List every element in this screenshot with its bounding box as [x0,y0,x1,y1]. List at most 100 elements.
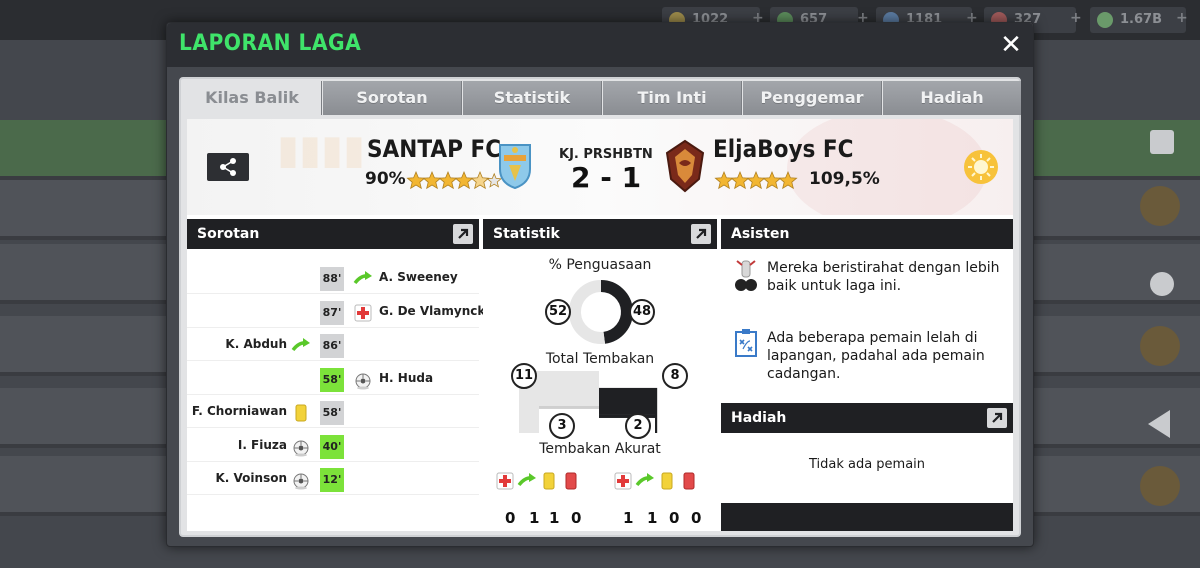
total-shots-away-value: 8 [662,363,688,389]
highlight-row: 40' I. Fiuza [187,430,479,462]
expand-highlights-button[interactable] [453,224,473,244]
highlight-event [353,269,373,293]
rating-star [470,170,490,190]
away-yellow-count: 0 [669,509,680,527]
injury-icon [614,472,632,490]
highlight-minute: 12' [320,468,344,492]
yellow-card-icon [661,472,673,490]
home-sub-count: 1 [529,509,540,527]
match-score: 2 - 1 [571,161,642,194]
report-panel: Kilas Balik Sorotan Statistik Tim Inti P… [179,77,1021,537]
tab-penggemar[interactable]: Penggemar [743,81,882,115]
home-injury-count: 0 [505,509,516,527]
highlight-event [291,403,311,427]
injury-icon [354,304,372,321]
bg-dot-icon [1150,272,1174,296]
background-watermark: ▮▮▮▮ [277,127,366,173]
home-accurate-edge [539,405,599,409]
substitution-icon [291,338,310,352]
substitution-icon [635,473,654,487]
share-icon [220,158,236,176]
close-icon: ✕ [1000,30,1022,60]
home-team-rating: 90% [365,169,406,189]
assistant-title: Asisten [731,226,790,242]
red-card-icon [683,472,695,490]
rating-star [714,170,734,190]
highlight-player: A. Sweeney [379,270,458,284]
event-icon [679,471,699,495]
total-shots-home-value: 11 [511,363,537,389]
event-icon [561,471,581,495]
away-sub-count: 1 [647,509,658,527]
tab-bar: Kilas Balik Sorotan Statistik Tim Inti P… [183,81,1021,115]
event-icon [613,471,633,495]
assistant-tip-2: Ada beberapa pemain lelah di lapangan, p… [767,330,985,382]
highlights-title: Sorotan [197,226,260,242]
expand-stats-button[interactable] [691,224,711,244]
shots-chart [519,371,658,433]
bg-circle-icon [1140,466,1180,506]
rating-star [454,170,474,190]
possession-home-slice [568,280,606,344]
highlight-player: I. Fiuza [237,437,287,452]
highlight-minute: 87' [320,300,344,325]
yellow-card-icon [543,472,555,490]
tab-content: ▮▮▮▮ SANTAP FC 90% KJ. PRSHBTN 2 - 1 Elj… [187,119,1013,531]
possession-donut [568,280,633,344]
expand-icon [696,228,707,239]
close-button[interactable]: ✕ [997,31,1025,59]
tab-tim-inti[interactable]: Tim Inti [603,81,742,115]
accurate-shots-label: Tembakan Akurat [539,441,661,457]
possession-label: % Penguasaan [548,257,652,273]
away-star-rating [714,170,798,190]
plus-icon: + [1070,10,1082,26]
highlight-event [353,303,373,327]
event-icon [539,471,559,495]
tab-statistik[interactable]: Statistik [463,81,602,115]
bg-square-icon [1150,130,1174,154]
assistant-tip-1: Mereka beristirahat dengan lebih baik un… [767,260,1000,294]
rating-star [438,170,458,190]
highlight-minute: 58' [320,367,344,392]
tab-hadiah[interactable]: Hadiah [883,81,1021,115]
bg-circle-icon [1140,326,1180,366]
highlights-list: 88' A. Sweeney 87' G. De Vlamynck 86' K. Abdu… [187,263,485,498]
tab-kilas-balik[interactable]: Kilas Balik [183,81,322,115]
away-team-rating: 109,5% [809,169,880,189]
yellow-card-icon [295,404,307,422]
injury-icon [496,472,514,490]
share-button[interactable] [207,153,249,181]
rating-star [730,170,750,190]
highlight-player: F. Chorniawan [191,404,287,418]
substitution-icon [353,271,372,285]
accurate-shots-away-value: 2 [625,413,651,439]
event-icon [495,471,515,495]
expand-icon [458,228,469,239]
bg-back-icon [1148,410,1170,438]
ball-icon [293,440,309,456]
rating-star [406,170,426,190]
tactics-board-icon [735,329,757,357]
highlight-player: G. De Vlamynck [379,303,486,318]
bg-circle-icon [1140,186,1180,226]
highlight-event [291,336,311,360]
background-watermark [787,119,987,215]
highlight-player: K. Voinson [215,471,288,485]
reward-title: Hadiah [731,410,787,426]
home-star-rating [406,170,503,190]
bg-resource-money: 1.67B [1090,7,1186,33]
home-red-count: 0 [571,509,582,527]
reward-header: Hadiah [721,403,1013,433]
assistant-header: Asisten [721,219,1013,249]
expand-reward-button[interactable] [987,408,1007,428]
substitution-icon [517,473,536,487]
tab-sorotan[interactable]: Sorotan [323,81,462,115]
highlight-row: 86' K. Abduh [187,330,479,361]
reward-footer [721,503,1013,531]
event-icon [657,471,677,495]
stats-section: Statistik % Penguasaan 52 48 Total Temba… [483,219,717,531]
highlight-player: K. Abduh [225,337,287,351]
highlights-section: Sorotan 88' A. Sweeney 87' G. De Vlamynck 86… [187,219,485,531]
highlight-minute: 88' [320,267,344,291]
possession-away-slice [600,280,633,344]
